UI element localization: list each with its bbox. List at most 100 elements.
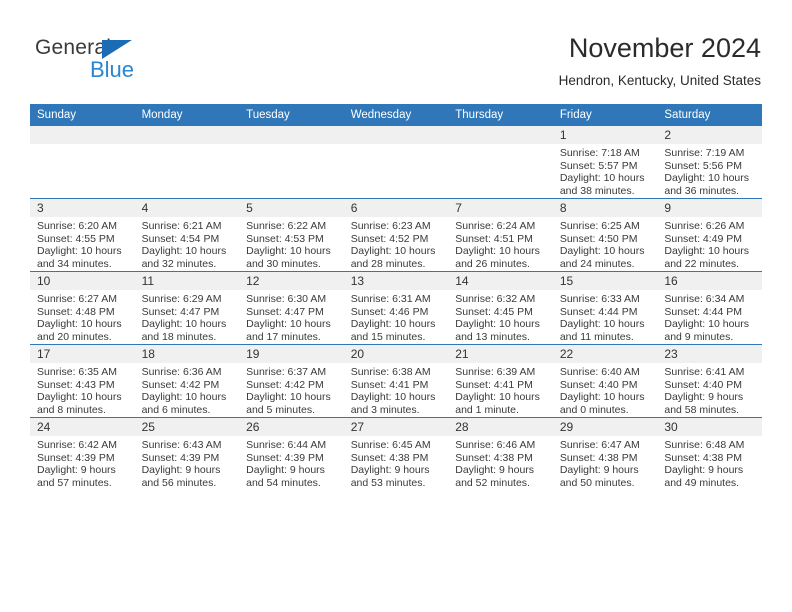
day-number: 29 [552, 418, 658, 436]
calendar-day-cell[interactable]: 29 Sunrise: 6:47 AM Sunset: 4:38 PM Dayligh… [552, 417, 658, 490]
day-number: 8 [552, 199, 658, 217]
calendar-day-cell[interactable]: 12 Sunrise: 6:30 AM Sunset: 4:47 PM Dayligh… [239, 271, 344, 345]
day-number [134, 126, 240, 144]
daylight-text: Daylight: 10 hours and 9 minutes. [664, 318, 750, 343]
day-number: 24 [30, 418, 135, 436]
day-info: Sunrise: 6:45 AM Sunset: 4:38 PM Daylight:… [344, 436, 449, 489]
sunrise-text: Sunrise: 6:22 AM [246, 220, 327, 232]
calendar-day-cell[interactable]: 28 Sunrise: 6:46 AM Sunset: 4:38 PM Dayligh… [448, 417, 553, 490]
day-number: 3 [30, 199, 135, 217]
day-number: 28 [448, 418, 553, 436]
daylight-text: Daylight: 10 hours and 30 minutes. [246, 245, 331, 270]
sunset-text: Sunset: 4:38 PM [664, 451, 743, 464]
day-number: 1 [552, 126, 658, 144]
day-number: 26 [239, 418, 344, 436]
day-info: Sunrise: 6:38 AM Sunset: 4:41 PM Daylight:… [344, 363, 449, 416]
day-number: 18 [134, 345, 240, 363]
day-info: Sunrise: 6:42 AM Sunset: 4:39 PM Daylight:… [30, 436, 135, 489]
day-info: Sunrise: 6:31 AM Sunset: 4:46 PM Daylight:… [344, 290, 449, 343]
day-number: 30 [657, 418, 762, 436]
daylight-text: Daylight: 9 hours and 56 minutes. [141, 464, 221, 489]
sunrise-text: Sunrise: 6:33 AM [559, 293, 640, 305]
calendar-day-cell[interactable]: 7 Sunrise: 6:24 AM Sunset: 4:51 PM Daylight… [448, 198, 553, 272]
daylight-text: Daylight: 9 hours and 52 minutes. [455, 464, 535, 489]
daylight-text: Daylight: 10 hours and 38 minutes. [559, 172, 645, 197]
sunrise-text: Sunrise: 7:19 AM [664, 147, 745, 159]
calendar-day-cell[interactable]: 20 Sunrise: 6:38 AM Sunset: 4:41 PM Dayligh… [343, 344, 449, 418]
calendar-day-cell[interactable]: 8 Sunrise: 6:25 AM Sunset: 4:50 PM Daylight… [552, 198, 658, 272]
calendar-day-cell[interactable]: 30 Sunrise: 6:48 AM Sunset: 4:38 PM Dayligh… [657, 417, 762, 490]
sunrise-text: Sunrise: 6:36 AM [141, 366, 222, 378]
day-number: 6 [343, 199, 449, 217]
day-number: 10 [30, 272, 135, 290]
calendar-day-cell[interactable]: 21 Sunrise: 6:39 AM Sunset: 4:41 PM Dayligh… [448, 344, 553, 418]
sunrise-text: Sunrise: 6:26 AM [664, 220, 745, 232]
weekday-header-saturday: Saturday [657, 104, 762, 126]
sunset-text: Sunset: 4:44 PM [664, 305, 743, 318]
weekday-header-monday: Monday [134, 104, 240, 126]
sunrise-text: Sunrise: 6:25 AM [559, 220, 640, 232]
sunrise-text: Sunrise: 6:41 AM [664, 366, 745, 378]
sunset-text: Sunset: 4:42 PM [246, 378, 324, 391]
day-info: Sunrise: 6:23 AM Sunset: 4:52 PM Daylight:… [344, 217, 449, 270]
calendar-day-cell[interactable]: 24 Sunrise: 6:42 AM Sunset: 4:39 PM Dayligh… [30, 417, 135, 490]
day-number: 19 [239, 345, 344, 363]
sunrise-text: Sunrise: 6:21 AM [141, 220, 222, 232]
day-number: 27 [343, 418, 449, 436]
day-info: Sunrise: 7:19 AM Sunset: 5:56 PM Daylight:… [657, 144, 762, 197]
calendar-day-cell[interactable]: 22 Sunrise: 6:40 AM Sunset: 4:40 PM Dayligh… [552, 344, 658, 418]
day-number: 20 [343, 345, 449, 363]
calendar-day-cell[interactable]: 6 Sunrise: 6:23 AM Sunset: 4:52 PM Daylight… [343, 198, 449, 272]
sunset-text: Sunset: 4:55 PM [37, 232, 115, 245]
day-number: 22 [552, 345, 658, 363]
daylight-text: Daylight: 9 hours and 58 minutes. [664, 391, 744, 416]
calendar-day-cell[interactable]: 16 Sunrise: 6:34 AM Sunset: 4:44 PM Dayligh… [657, 271, 762, 345]
day-info: Sunrise: 6:24 AM Sunset: 4:51 PM Daylight:… [448, 217, 553, 270]
calendar-day-cell[interactable]: 18 Sunrise: 6:36 AM Sunset: 4:42 PM Dayligh… [134, 344, 240, 418]
sunset-text: Sunset: 4:38 PM [559, 451, 638, 464]
day-number: 23 [657, 345, 762, 363]
sunrise-text: Sunrise: 6:34 AM [664, 293, 745, 305]
sunrise-text: Sunrise: 6:29 AM [141, 293, 222, 305]
daylight-text: Daylight: 10 hours and 8 minutes. [37, 391, 122, 416]
calendar-day-cell[interactable]: 14 Sunrise: 6:32 AM Sunset: 4:45 PM Dayligh… [448, 271, 553, 345]
day-info: Sunrise: 6:20 AM Sunset: 4:55 PM Daylight:… [30, 217, 135, 270]
calendar-day-cell[interactable]: 15 Sunrise: 6:33 AM Sunset: 4:44 PM Dayligh… [552, 271, 658, 345]
day-info: Sunrise: 6:48 AM Sunset: 4:38 PM Daylight:… [657, 436, 762, 489]
sunrise-text: Sunrise: 6:45 AM [350, 439, 431, 451]
day-info: Sunrise: 6:37 AM Sunset: 4:42 PM Daylight:… [239, 363, 344, 416]
calendar-day-cell[interactable]: 26 Sunrise: 6:44 AM Sunset: 4:39 PM Dayligh… [239, 417, 344, 490]
daylight-text: Daylight: 10 hours and 28 minutes. [350, 245, 436, 270]
daylight-text: Daylight: 10 hours and 32 minutes. [141, 245, 227, 270]
day-number: 21 [448, 345, 553, 363]
daylight-text: Daylight: 9 hours and 54 minutes. [246, 464, 325, 489]
calendar-day-cell[interactable]: 25 Sunrise: 6:43 AM Sunset: 4:39 PM Dayligh… [134, 417, 240, 490]
logo-text-blue: Blue [90, 57, 135, 82]
calendar-day-cell[interactable]: 13 Sunrise: 6:31 AM Sunset: 4:46 PM Dayligh… [343, 271, 449, 345]
calendar-day-cell[interactable]: 2 Sunrise: 7:19 AM Sunset: 5:56 PM Daylight… [657, 126, 762, 199]
day-number [343, 126, 449, 144]
calendar-day-cell[interactable]: 11 Sunrise: 6:29 AM Sunset: 4:47 PM Dayligh… [134, 271, 240, 345]
calendar-day-cell[interactable]: 10 Sunrise: 6:27 AM Sunset: 4:48 PM Dayligh… [30, 271, 135, 345]
calendar-day-cell[interactable]: 3 Sunrise: 6:20 AM Sunset: 4:55 PM Daylight… [30, 198, 135, 272]
weekday-header-tuesday: Tuesday [239, 104, 344, 126]
sunset-text: Sunset: 4:53 PM [246, 232, 324, 245]
calendar-day-cell[interactable]: 27 Sunrise: 6:45 AM Sunset: 4:38 PM Dayligh… [343, 417, 449, 490]
calendar-day-cell[interactable]: 23 Sunrise: 6:41 AM Sunset: 4:40 PM Dayligh… [657, 344, 762, 418]
sunrise-text: Sunrise: 6:35 AM [37, 366, 117, 378]
sunset-text: Sunset: 4:40 PM [559, 378, 638, 391]
calendar-day-cell[interactable]: 17 Sunrise: 6:35 AM Sunset: 4:43 PM Dayligh… [30, 344, 135, 418]
sunrise-text: Sunrise: 6:39 AM [455, 366, 536, 378]
day-number: 13 [343, 272, 449, 290]
sunset-text: Sunset: 4:47 PM [141, 305, 220, 318]
calendar-day-cell[interactable]: 19 Sunrise: 6:37 AM Sunset: 4:42 PM Dayligh… [239, 344, 344, 418]
calendar-day-cell[interactable]: 4 Sunrise: 6:21 AM Sunset: 4:54 PM Daylight… [134, 198, 240, 272]
day-number [448, 126, 553, 144]
day-number: 17 [30, 345, 135, 363]
calendar-day-cell[interactable]: 5 Sunrise: 6:22 AM Sunset: 4:53 PM Daylight… [239, 198, 344, 272]
sunset-text: Sunset: 5:56 PM [664, 159, 743, 172]
sunset-text: Sunset: 4:40 PM [664, 378, 743, 391]
calendar-day-cell[interactable]: 9 Sunrise: 6:26 AM Sunset: 4:49 PM Daylight… [657, 198, 762, 272]
calendar-day-cell[interactable]: 1 Sunrise: 7:18 AM Sunset: 5:57 PM Daylight… [552, 126, 658, 199]
general-blue-logo[interactable]: General Blue [31, 36, 211, 86]
